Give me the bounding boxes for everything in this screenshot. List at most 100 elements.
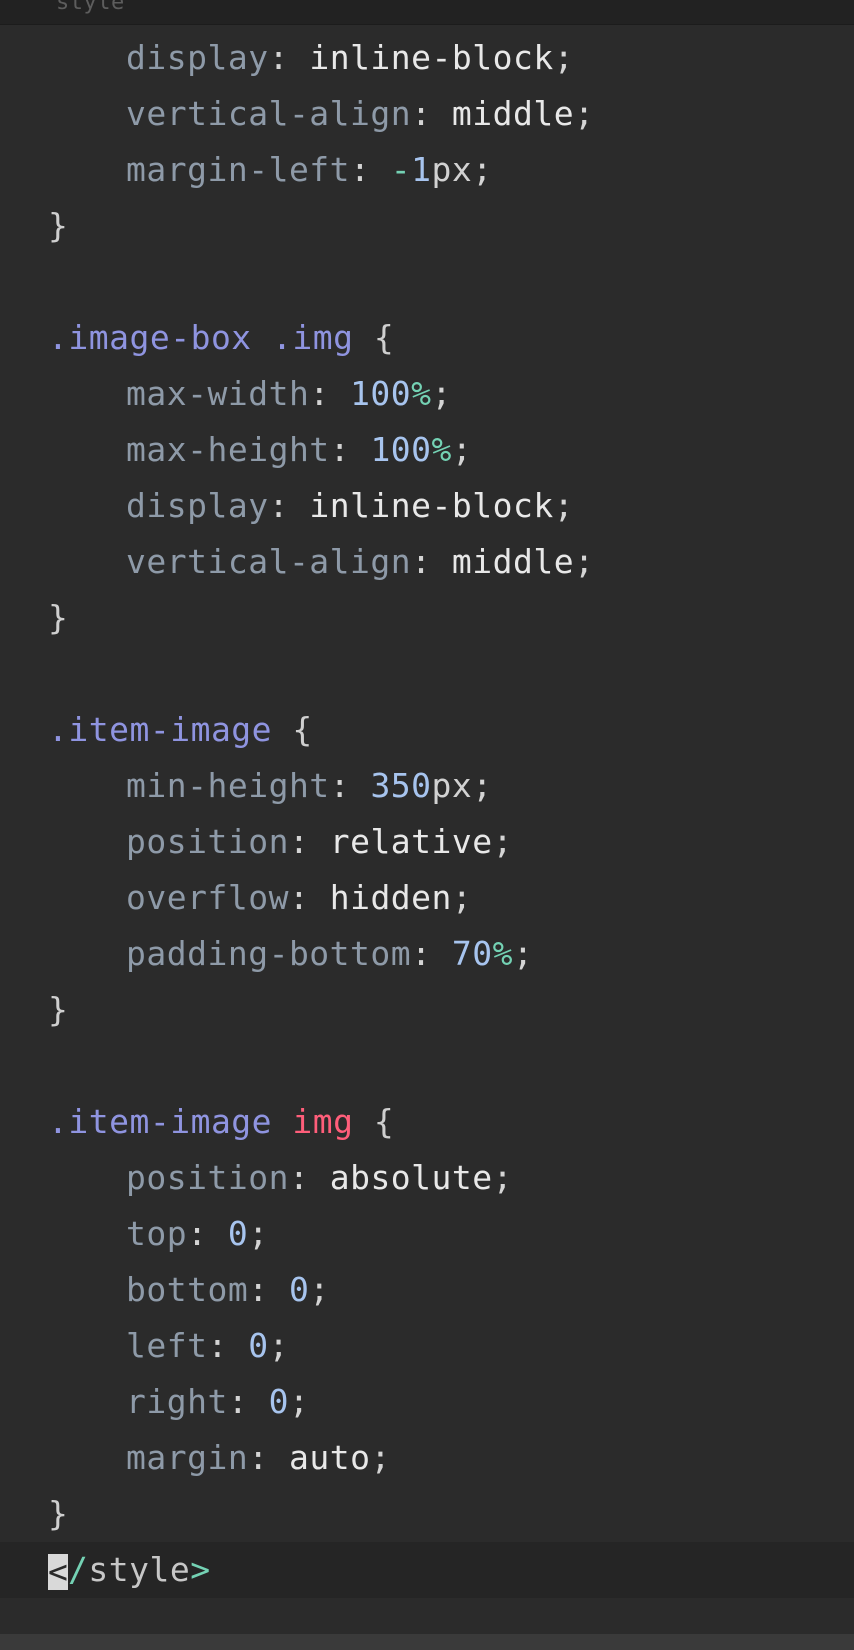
colon: :: [288, 822, 330, 861]
css-value: middle: [451, 94, 575, 133]
code-line[interactable]: bottom: 0;: [0, 1262, 854, 1318]
colon: :: [411, 94, 452, 133]
code-line[interactable]: }: [0, 590, 854, 646]
css-unit: px: [431, 150, 473, 189]
css-value: absolute: [329, 1158, 493, 1197]
css-property: max-width: [126, 374, 310, 413]
css-property: overflow: [126, 878, 289, 917]
css-value: inline-block: [309, 38, 554, 77]
colon: :: [329, 430, 371, 469]
close-brace: }: [48, 1494, 69, 1533]
code-line[interactable]: .item-image img {: [0, 1094, 854, 1150]
open-brace: {: [373, 318, 395, 357]
colon: :: [227, 1382, 269, 1421]
colon: :: [207, 1326, 249, 1365]
css-property: right: [126, 1382, 228, 1421]
css-property: bottom: [126, 1270, 249, 1309]
minus-sign: -: [390, 150, 412, 189]
colon: :: [411, 934, 452, 973]
closing-slash: /: [68, 1550, 89, 1589]
blank-line[interactable]: [0, 254, 854, 310]
code-line[interactable]: max-height: 100%;: [0, 422, 854, 478]
css-unit: %: [431, 430, 452, 469]
open-brace: {: [373, 1102, 395, 1141]
class-selector: .item-image: [48, 710, 273, 749]
css-number: 70: [451, 934, 493, 973]
semicolon: ;: [492, 1158, 514, 1197]
code-line[interactable]: margin-left: -1px;: [0, 142, 854, 198]
code-line[interactable]: right: 0;: [0, 1374, 854, 1430]
tag-selector: img: [292, 1102, 354, 1141]
colon: :: [288, 1158, 330, 1197]
code-editor[interactable]: style display: inline-block; vertical-al…: [0, 0, 854, 1650]
css-number: 100: [350, 374, 412, 413]
code-line[interactable]: display: inline-block;: [0, 30, 854, 86]
tag-close-bracket: >: [190, 1550, 211, 1589]
code-line[interactable]: position: relative;: [0, 814, 854, 870]
code-line[interactable]: padding-bottom: 70%;: [0, 926, 854, 982]
code-line[interactable]: }: [0, 982, 854, 1038]
css-property: min-height: [126, 766, 330, 805]
semicolon: ;: [472, 150, 493, 189]
text-cursor: <: [48, 1551, 69, 1591]
class-selector: .item-image: [48, 1102, 273, 1141]
colon: :: [187, 1214, 228, 1253]
css-value: middle: [451, 542, 575, 581]
code-line[interactable]: min-height: 350px;: [0, 758, 854, 814]
css-number: 0: [268, 1382, 289, 1421]
code-line-active[interactable]: </style>: [0, 1542, 854, 1598]
sticky-header: style: [0, 0, 854, 25]
class-selector: .image-box: [48, 318, 252, 357]
class-selector: .img: [272, 318, 354, 357]
semicolon: ;: [431, 374, 452, 413]
css-number: 100: [370, 430, 432, 469]
code-line[interactable]: max-width: 100%;: [0, 366, 854, 422]
css-property: display: [126, 486, 269, 525]
semicolon: ;: [248, 1214, 269, 1253]
semicolon: ;: [268, 1326, 289, 1365]
css-property: margin: [126, 1438, 249, 1477]
code-line[interactable]: display: inline-block;: [0, 478, 854, 534]
colon: :: [309, 374, 351, 413]
css-value: relative: [329, 822, 493, 861]
code-line[interactable]: overflow: hidden;: [0, 870, 854, 926]
code-line[interactable]: }: [0, 198, 854, 254]
css-property: max-height: [126, 430, 330, 469]
code-line[interactable]: margin: auto;: [0, 1430, 854, 1486]
blank-line[interactable]: [0, 646, 854, 702]
semicolon: ;: [574, 94, 595, 133]
code-line[interactable]: .item-image {: [0, 702, 854, 758]
blank-line[interactable]: [0, 1038, 854, 1094]
css-value: inline-block: [309, 486, 554, 525]
code-line[interactable]: position: absolute;: [0, 1150, 854, 1206]
code-line[interactable]: .image-box .img {: [0, 310, 854, 366]
css-property: left: [126, 1326, 208, 1365]
colon: :: [329, 766, 371, 805]
css-property: padding-bottom: [126, 934, 412, 973]
header-label: style: [56, 0, 125, 15]
colon: :: [248, 1438, 289, 1477]
semicolon: ;: [288, 1382, 310, 1421]
css-property: position: [126, 822, 289, 861]
colon: :: [411, 542, 452, 581]
close-brace: }: [48, 598, 69, 637]
code-line[interactable]: vertical-align: middle;: [0, 534, 854, 590]
css-unit: px: [431, 766, 473, 805]
css-value: hidden: [329, 878, 452, 917]
code-line[interactable]: top: 0;: [0, 1206, 854, 1262]
semicolon: ;: [553, 38, 575, 77]
close-brace: }: [48, 990, 69, 1029]
close-brace: }: [48, 206, 69, 245]
css-property: margin-left: [126, 150, 351, 189]
colon: :: [350, 150, 391, 189]
code-area[interactable]: display: inline-block; vertical-align: m…: [0, 30, 854, 1598]
bottom-scrollbar[interactable]: [0, 1634, 854, 1650]
code-line[interactable]: vertical-align: middle;: [0, 86, 854, 142]
colon: :: [268, 486, 310, 525]
css-number: 0: [288, 1270, 310, 1309]
code-line[interactable]: left: 0;: [0, 1318, 854, 1374]
code-line[interactable]: }: [0, 1486, 854, 1542]
css-property: vertical-align: [126, 542, 412, 581]
css-number: 350: [370, 766, 432, 805]
semicolon: ;: [451, 430, 473, 469]
